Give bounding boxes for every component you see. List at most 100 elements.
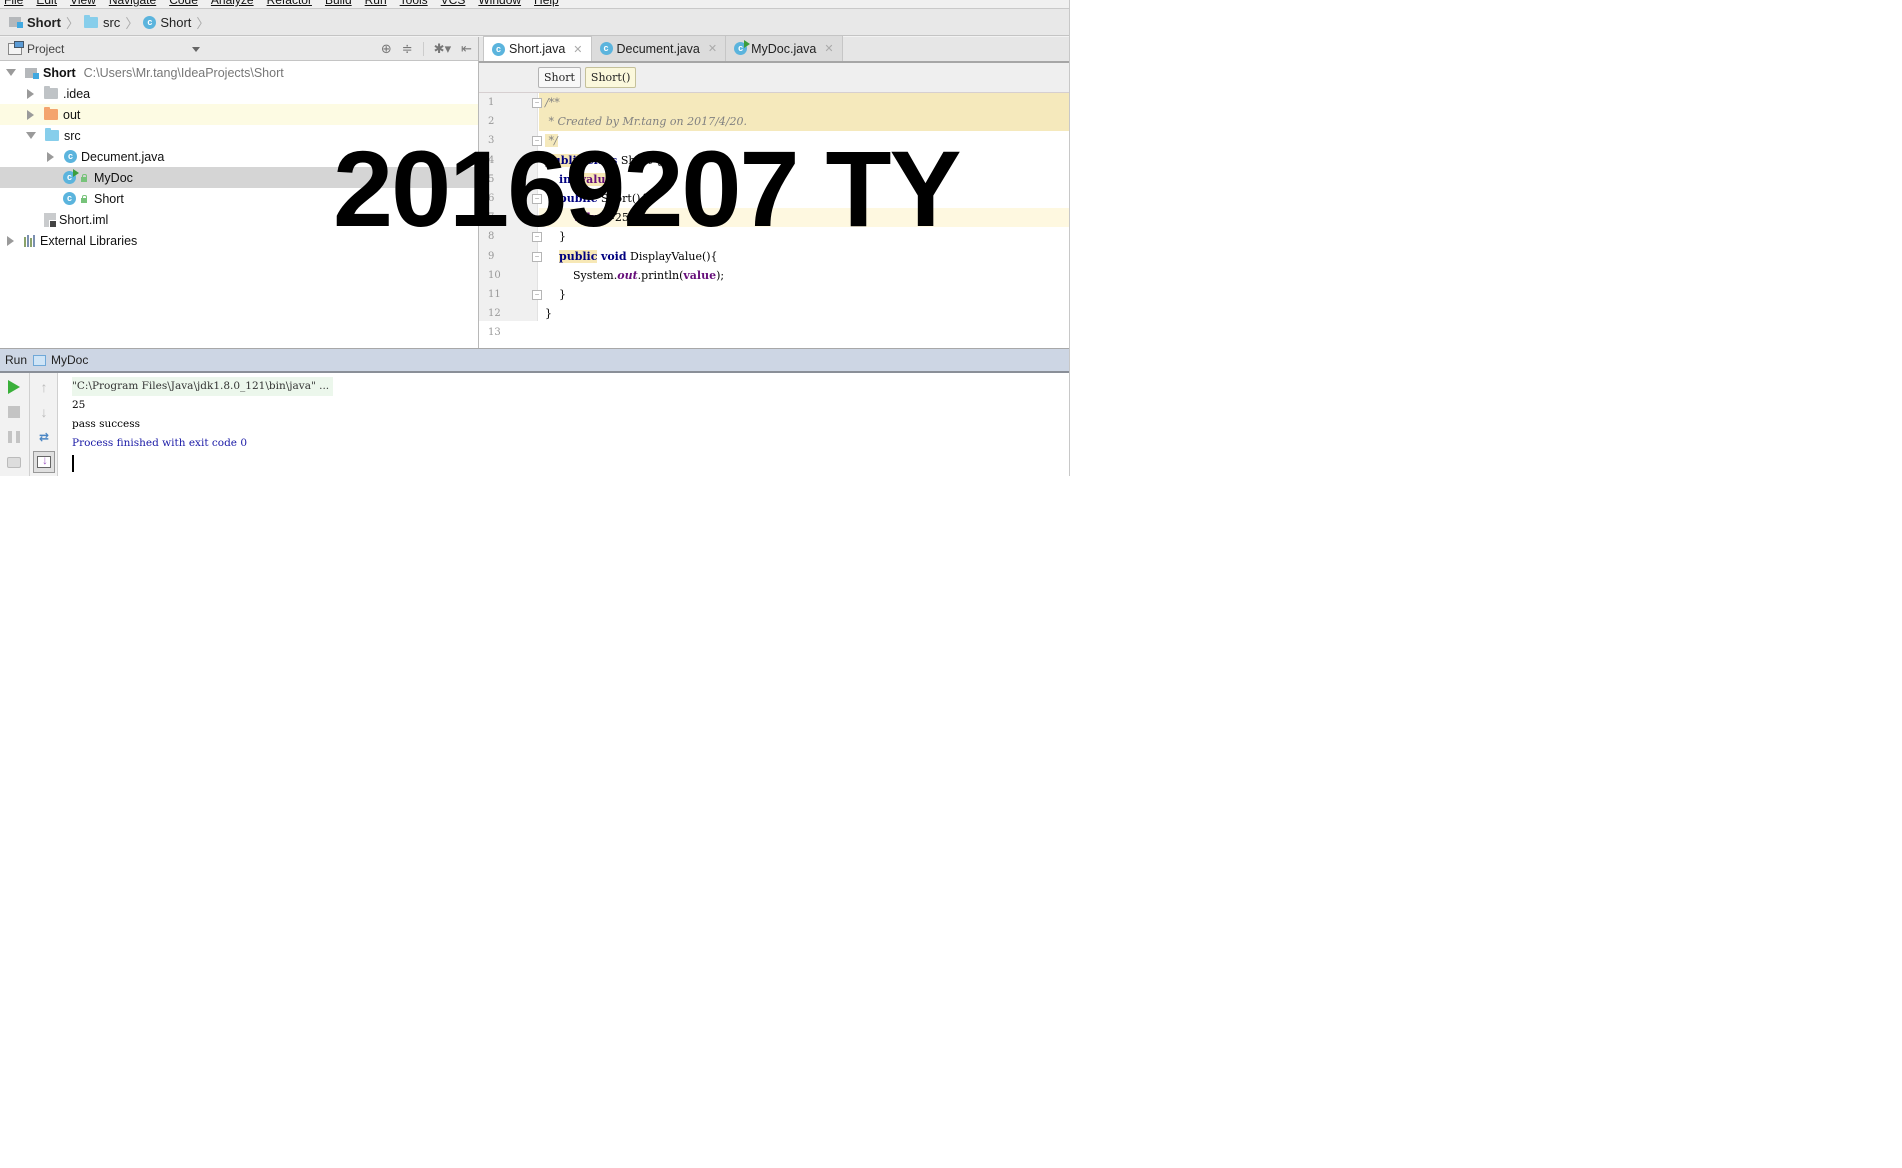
tree-item-out[interactable]: out	[0, 104, 478, 125]
collapse-arrow-icon[interactable]	[27, 109, 34, 120]
close-icon[interactable]: ✕	[824, 42, 833, 55]
menu-analyze[interactable]: Analyze	[211, 0, 254, 8]
chevron-down-icon[interactable]	[192, 47, 200, 52]
breadcrumb-class[interactable]: c Short	[143, 15, 191, 30]
console-line: pass success	[72, 418, 140, 430]
dump-threads-button[interactable]	[3, 451, 25, 473]
breadcrumb-src[interactable]: src	[83, 14, 120, 30]
tree-item-label: MyDoc	[94, 170, 133, 185]
menu-window[interactable]: Window	[478, 0, 521, 8]
collapse-all-icon[interactable]: ≑	[402, 41, 413, 57]
settings-icon[interactable]: ✱▾	[434, 41, 451, 57]
console-command[interactable]: "C:\Program Files\Java\jdk1.8.0_121\bin\…	[72, 377, 334, 396]
code-comment: /**	[545, 96, 560, 109]
menu-navigate[interactable]: Navigate	[109, 0, 156, 8]
lock-icon	[80, 173, 88, 182]
menu-vcs[interactable]: VCS	[441, 0, 466, 8]
breadcrumb-project[interactable]: Short	[9, 15, 61, 30]
pause-button[interactable]	[3, 426, 25, 448]
code-line: }	[539, 304, 1069, 323]
collapse-arrow-icon[interactable]	[27, 88, 34, 99]
class-icon: c	[63, 192, 76, 205]
line-number: 9	[488, 251, 495, 262]
play-icon	[8, 380, 20, 394]
menu-tools[interactable]: Tools	[400, 0, 428, 8]
editor-tabs: c Short.java ✕ c Decument.java ✕ c MyDoc…	[479, 36, 1069, 63]
class-icon: c	[599, 42, 613, 55]
down-stack-button[interactable]: ↓	[33, 401, 55, 423]
runnable-class-icon: c	[734, 40, 751, 55]
up-stack-button[interactable]: ↑	[33, 376, 55, 398]
tree-item-label: Decument.java	[81, 149, 165, 164]
run-panel-title: Run	[5, 353, 28, 367]
project-panel-title[interactable]: Project	[27, 42, 64, 56]
tree-item-label: External Libraries	[40, 233, 138, 248]
stop-icon	[8, 406, 20, 418]
source-folder-icon	[45, 128, 59, 141]
keyword: void	[600, 250, 627, 263]
close-icon[interactable]: ✕	[573, 43, 582, 56]
toolbar-divider	[422, 42, 424, 56]
tab-mydoc-java[interactable]: c MyDoc.java ✕	[726, 36, 843, 61]
console-output[interactable]: "C:\Program Files\Java\jdk1.8.0_121\bin\…	[72, 377, 334, 472]
hide-panel-icon[interactable]: ⇤	[461, 41, 472, 57]
tab-label: Decument.java	[616, 41, 700, 56]
nav-method-button[interactable]: Short()	[584, 67, 637, 88]
locate-icon[interactable]: ⊕	[381, 41, 392, 57]
chevron-right-icon: 〉	[65, 15, 79, 31]
menu-code[interactable]: Code	[169, 0, 198, 8]
scroll-to-end-icon	[33, 451, 55, 473]
console-line: "C:\Program Files\Java\jdk1.8.0_121\bin\…	[72, 377, 334, 396]
collapse-arrow-icon[interactable]	[47, 151, 54, 162]
soft-wrap-button[interactable]: ⇄	[33, 426, 55, 448]
menu-refactor[interactable]: Refactor	[267, 0, 312, 8]
breadcrumb: Short 〉 src 〉 c Short 〉	[0, 9, 1069, 36]
fold-marker-icon[interactable]: −	[532, 290, 542, 300]
tree-item-project-root[interactable]: Short C:\Users\Mr.tang\IdeaProjects\Shor…	[0, 62, 478, 83]
expand-arrow-icon[interactable]	[6, 69, 16, 76]
module-icon	[25, 67, 39, 79]
pause-icon	[8, 431, 20, 443]
menu-help[interactable]: Help	[534, 0, 559, 8]
close-icon[interactable]: ✕	[708, 42, 717, 55]
menu-edit[interactable]: Edit	[36, 0, 57, 8]
line-number: 13	[488, 327, 501, 338]
fold-marker-icon[interactable]: −	[532, 98, 542, 108]
module-icon	[9, 16, 23, 28]
menu-run[interactable]: Run	[365, 0, 387, 8]
menu-view[interactable]: View	[70, 0, 96, 8]
expand-arrow-icon[interactable]	[26, 132, 36, 139]
tab-decument-java[interactable]: c Decument.java ✕	[591, 36, 727, 61]
collapse-arrow-icon[interactable]	[7, 235, 14, 246]
line-number: 12	[488, 308, 501, 319]
scroll-to-end-button[interactable]	[33, 451, 55, 473]
text-caret	[72, 455, 74, 472]
code-line: public void DisplayValue(){	[539, 247, 1069, 266]
project-panel-header: Project ⊕ ≑ ✱▾ ⇤	[0, 37, 478, 61]
soft-wrap-icon: ⇄	[38, 430, 50, 444]
project-panel-toolbar: ⊕ ≑ ✱▾ ⇤	[381, 41, 472, 57]
chevron-right-icon: 〉	[125, 15, 139, 31]
class-icon: c	[143, 15, 157, 29]
menu-build[interactable]: Build	[325, 0, 352, 8]
code-line: /**	[539, 93, 1069, 112]
run-panel-header: Run MyDoc	[0, 348, 1069, 373]
tab-short-java[interactable]: c Short.java ✕	[483, 36, 592, 61]
rerun-button[interactable]	[3, 376, 25, 398]
run-tool-window: Run MyDoc ↑ ↓ ⇄ "C:\Program Files\Java\j…	[0, 348, 1069, 476]
class-icon: c	[492, 42, 505, 56]
fold-marker-icon[interactable]: −	[532, 252, 542, 262]
chevron-right-icon: 〉	[196, 15, 210, 31]
code-text: DisplayValue(){	[626, 250, 718, 263]
menu-file[interactable]: File	[4, 0, 23, 8]
breadcrumb-label: Short	[27, 14, 61, 30]
nav-class-button[interactable]: Short	[538, 67, 581, 88]
field-name: value	[683, 269, 717, 282]
run-config-tab[interactable]: MyDoc	[51, 353, 88, 367]
run-toolbar-secondary: ↑ ↓ ⇄	[29, 373, 58, 476]
lock-icon	[80, 194, 88, 203]
tree-item-idea[interactable]: .idea	[0, 83, 478, 104]
static-field: out	[617, 269, 638, 282]
line-number: 1	[488, 97, 495, 108]
stop-button[interactable]	[3, 401, 25, 423]
